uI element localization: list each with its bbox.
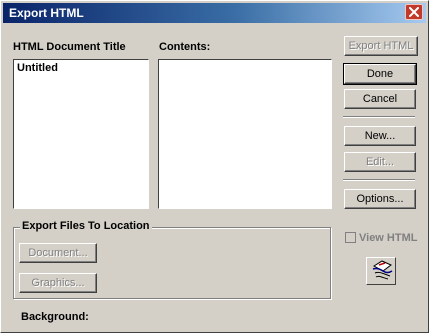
close-button[interactable] xyxy=(405,4,423,20)
separator xyxy=(343,116,415,118)
view-html-checkbox[interactable]: View HTML xyxy=(345,232,417,244)
html-wizard-icon xyxy=(372,260,393,280)
edit-button[interactable]: Edit... xyxy=(344,152,416,172)
cancel-button[interactable]: Cancel xyxy=(344,89,416,109)
doc-title-label: HTML Document Title xyxy=(13,41,126,53)
status-text: Background: xyxy=(21,311,89,323)
window-title: Export HTML xyxy=(9,6,84,20)
options-button[interactable]: Options... xyxy=(344,189,416,209)
export-html-dialog: Export HTML HTML Document Title Contents… xyxy=(0,0,429,333)
contents-label: Contents: xyxy=(159,41,211,53)
done-button[interactable]: Done xyxy=(343,63,417,85)
checkbox-label: View HTML xyxy=(359,232,418,244)
checkbox-box[interactable] xyxy=(345,232,356,243)
separator xyxy=(343,179,415,181)
graphics-button[interactable]: Graphics... xyxy=(19,273,97,293)
close-icon xyxy=(409,7,419,17)
doc-title-list[interactable]: Untitled xyxy=(13,59,149,209)
export-html-button[interactable]: Export HTML xyxy=(344,36,418,56)
group-title: Export Files To Location xyxy=(20,220,152,232)
document-button[interactable]: Document... xyxy=(19,243,97,263)
new-button[interactable]: New... xyxy=(344,126,416,146)
title-bar[interactable]: Export HTML xyxy=(3,3,426,23)
contents-list[interactable] xyxy=(158,59,332,209)
export-location-group: Export Files To Location Document... Gra… xyxy=(13,220,331,299)
list-item[interactable]: Untitled xyxy=(14,60,148,76)
html-wizard-button[interactable] xyxy=(366,257,396,285)
